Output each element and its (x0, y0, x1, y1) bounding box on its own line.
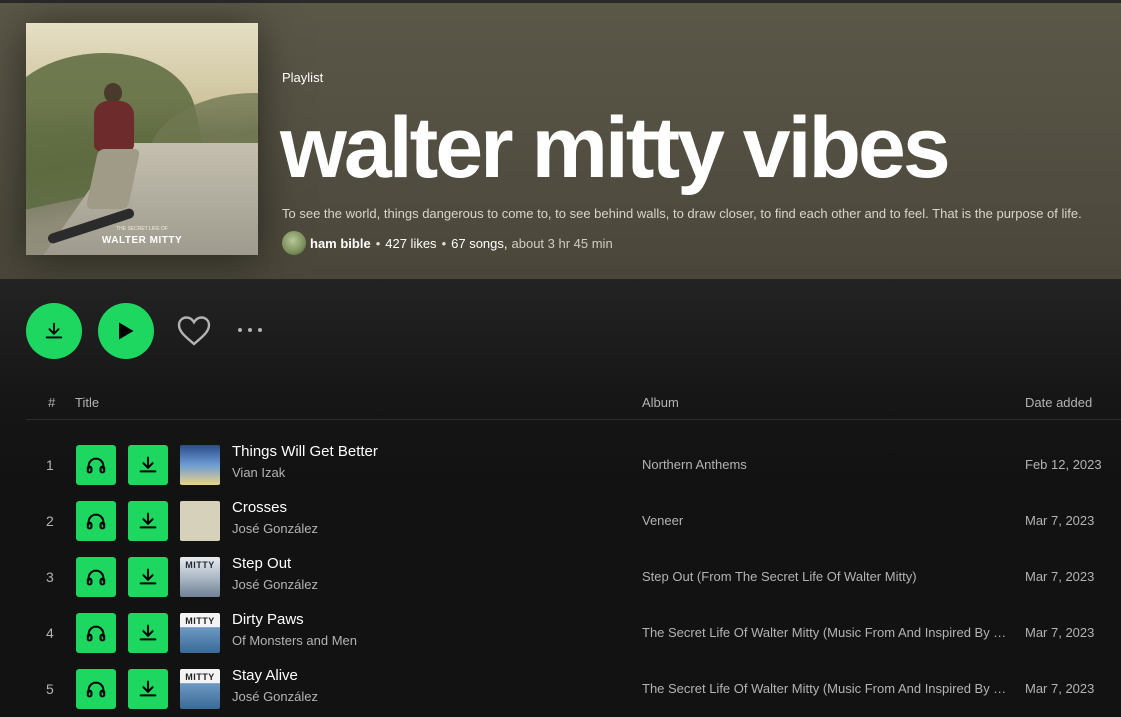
playlist-duration: about 3 hr 45 min (511, 235, 613, 251)
top-divider (0, 0, 1121, 3)
cover-subtitle: THE SECRET LIFE OF (116, 226, 168, 232)
meta-separator: • (375, 235, 381, 251)
track-date-added: Mar 7, 2023 (1025, 513, 1095, 528)
playlist-header: THE SECRET LIFE OF WALTER MITTY Playlist… (0, 0, 1121, 279)
column-header-number: # (48, 395, 56, 410)
album-art-label: MITTY (185, 560, 215, 570)
track-album[interactable]: Veneer (642, 501, 1007, 541)
track-row[interactable]: 3 MITTY Step Out José González Step Out … (26, 555, 1121, 613)
download-icon (45, 322, 63, 339)
track-title[interactable]: Stay Alive (232, 667, 298, 684)
track-artist[interactable]: Of Monsters and Men (232, 633, 357, 648)
listen-button[interactable] (76, 445, 116, 485)
track-date-added: Mar 7, 2023 (1025, 569, 1095, 584)
column-header-date-added[interactable]: Date added (1025, 395, 1092, 410)
track-artist[interactable]: Vian Izak (232, 465, 285, 480)
headphones-icon (86, 569, 106, 586)
track-row[interactable]: 2 Crosses José González Veneer Mar 7, 20… (26, 499, 1121, 557)
track-row[interactable]: 1 Things Will Get Better Vian Izak North… (26, 443, 1121, 501)
track-number: 5 (46, 681, 54, 697)
download-icon (139, 456, 157, 473)
track-date-added: Mar 7, 2023 (1025, 625, 1095, 640)
skater-head (104, 83, 122, 103)
cover-skateboarder (85, 83, 146, 223)
track-album[interactable]: The Secret Life Of Walter Mitty (Music F… (642, 613, 1007, 653)
play-button[interactable] (98, 303, 154, 359)
track-number: 1 (46, 457, 54, 473)
album-art-label: MITTY (185, 616, 215, 626)
skater-torso (94, 101, 134, 151)
album-art (180, 445, 220, 485)
heart-icon[interactable] (176, 314, 212, 348)
album-art-label: MITTY (185, 672, 215, 682)
playlist-type-label: Playlist (282, 70, 324, 85)
playlist-title: walter mitty vibes (280, 100, 951, 196)
headphones-icon (86, 625, 106, 642)
download-button[interactable] (26, 303, 82, 359)
album-art: MITTY (180, 669, 220, 709)
track-date-added: Mar 7, 2023 (1025, 681, 1095, 696)
track-album[interactable]: Step Out (From The Secret Life Of Walter… (642, 557, 1007, 597)
track-title[interactable]: Step Out (232, 555, 291, 572)
download-icon (139, 568, 157, 585)
track-album[interactable]: The Secret Life Of Walter Mitty (Music F… (642, 669, 1007, 709)
download-track-button[interactable] (128, 557, 168, 597)
track-number: 4 (46, 625, 54, 641)
track-number: 2 (46, 513, 54, 529)
headphones-icon (86, 457, 106, 474)
likes-count: 427 likes (385, 235, 437, 251)
playlist-description: To see the world, things dangerous to co… (282, 206, 1082, 221)
album-art: MITTY (180, 613, 220, 653)
play-icon (119, 322, 134, 340)
track-row[interactable]: 4 MITTY Dirty Paws Of Monsters and Men T… (26, 611, 1121, 669)
playlist-meta: ham bible • 427 likes • 67 songs, about … (282, 230, 613, 256)
listen-button[interactable] (76, 501, 116, 541)
track-row[interactable]: 5 MITTY Stay Alive José González The Sec… (26, 667, 1121, 717)
download-track-button[interactable] (128, 445, 168, 485)
column-header-album[interactable]: Album (642, 395, 679, 410)
headphones-icon (86, 513, 106, 530)
meta-separator: • (441, 235, 447, 251)
cover-title: WALTER MITTY (101, 235, 183, 246)
playlist-cover-image[interactable]: THE SECRET LIFE OF WALTER MITTY (26, 23, 258, 255)
track-title[interactable]: Crosses (232, 499, 287, 516)
column-header-title[interactable]: Title (75, 395, 99, 410)
headphones-icon (86, 681, 106, 698)
track-date-added: Feb 12, 2023 (1025, 457, 1102, 472)
owner-link[interactable]: ham bible (310, 236, 371, 251)
track-number: 3 (46, 569, 54, 585)
album-art: MITTY (180, 557, 220, 597)
skater-legs (85, 149, 141, 209)
download-track-button[interactable] (128, 613, 168, 653)
download-track-button[interactable] (128, 669, 168, 709)
track-artist[interactable]: José González (232, 521, 318, 536)
track-album[interactable]: Northern Anthems (642, 445, 1007, 485)
songs-count: 67 songs, (451, 235, 508, 251)
download-track-button[interactable] (128, 501, 168, 541)
album-art (180, 501, 220, 541)
track-title[interactable]: Things Will Get Better (232, 443, 378, 460)
more-icon[interactable] (236, 318, 266, 342)
owner-avatar[interactable] (282, 231, 306, 255)
listen-button[interactable] (76, 613, 116, 653)
track-artist[interactable]: José González (232, 577, 318, 592)
download-icon (139, 624, 157, 641)
download-icon (139, 680, 157, 697)
track-artist[interactable]: José González (232, 689, 318, 704)
download-icon (139, 512, 157, 529)
track-title[interactable]: Dirty Paws (232, 611, 304, 628)
listen-button[interactable] (76, 669, 116, 709)
track-table-header: # Title Album Date added (26, 391, 1121, 420)
listen-button[interactable] (76, 557, 116, 597)
